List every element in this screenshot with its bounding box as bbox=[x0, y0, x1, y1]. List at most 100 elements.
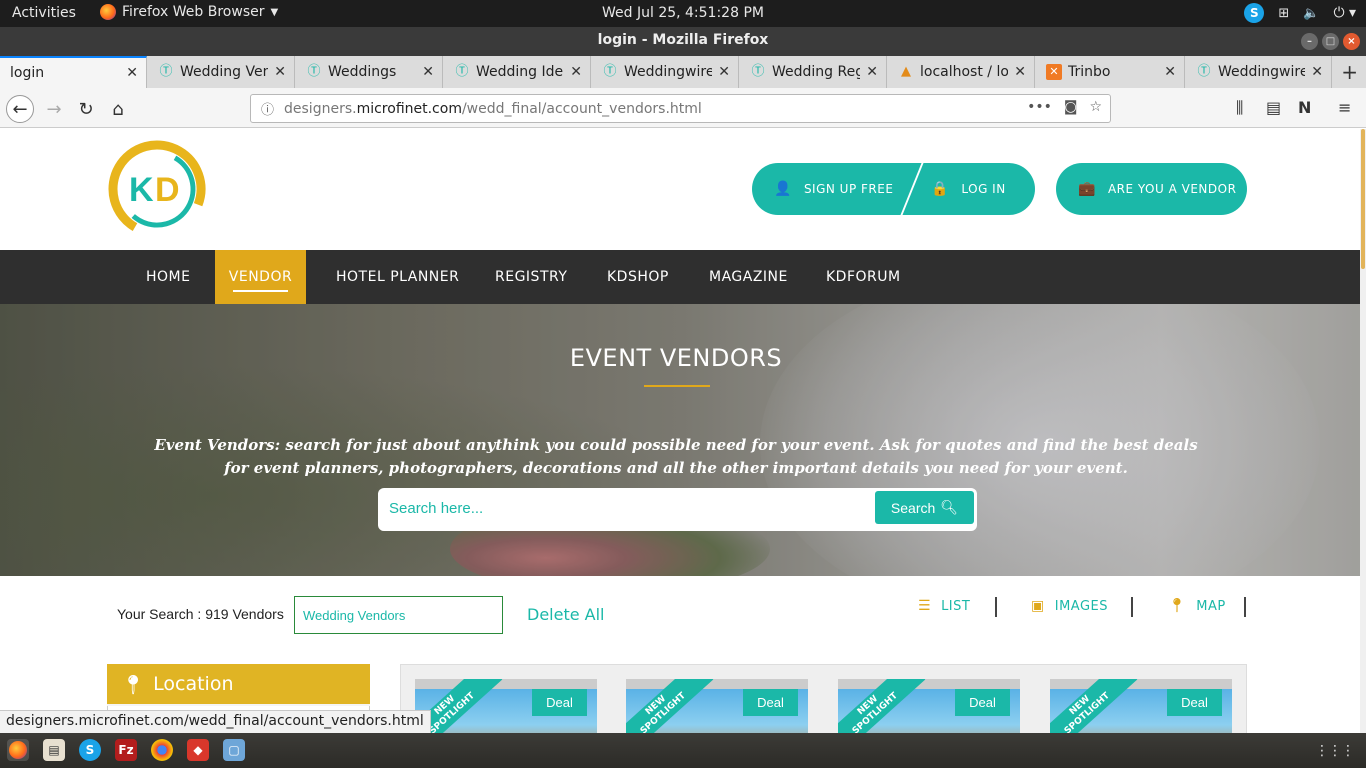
deal-badge: Deal bbox=[532, 689, 587, 716]
login-button[interactable]: 🔒 LOG IN bbox=[931, 163, 1005, 215]
extension-icon[interactable]: N bbox=[1298, 98, 1311, 117]
info-icon[interactable]: ⓘ bbox=[261, 99, 274, 118]
tab-localhost[interactable]: ▲ localhost / localhost ✕ bbox=[888, 56, 1035, 88]
location-filter-header[interactable]: 📍︎ Location bbox=[107, 664, 370, 706]
site-icon: Ⓣ bbox=[307, 64, 321, 79]
tab-wedding-ideas[interactable]: Ⓣ Wedding Ideas ✕ bbox=[444, 56, 591, 88]
vendor-label: ARE YOU A VENDOR bbox=[1107, 182, 1237, 196]
forward-icon[interactable]: → bbox=[40, 95, 68, 123]
home-icon[interactable]: ⌂ bbox=[104, 95, 132, 123]
view-map-button[interactable]: 📍︎ MAP bbox=[1168, 598, 1226, 614]
new-tab-icon[interactable]: + bbox=[1341, 60, 1358, 84]
deal-badge: Deal bbox=[1167, 689, 1222, 716]
tab-wedding-registry[interactable]: Ⓣ Wedding Registry ✕ bbox=[740, 56, 887, 88]
pocket-icon[interactable]: ◙ bbox=[1064, 99, 1078, 115]
tab-wedding-vendors[interactable]: Ⓣ Wedding Vendors ✕ bbox=[148, 56, 295, 88]
menu-icon[interactable]: ≡ bbox=[1338, 98, 1351, 117]
page-scrollbar[interactable] bbox=[1360, 129, 1366, 733]
pill-divider bbox=[900, 163, 924, 215]
library-icon[interactable]: ⫼ bbox=[1236, 98, 1243, 118]
auth-pill: 👤 SIGN UP FREE 🔒 LOG IN bbox=[752, 163, 1035, 215]
map-pin-icon: 📍︎ bbox=[1168, 598, 1187, 614]
maximize-icon[interactable]: □ bbox=[1322, 33, 1339, 50]
back-icon[interactable]: ← bbox=[6, 95, 34, 123]
web-page: K D 👤 SIGN UP FREE 🔒 LOG IN 💼 ARE YOU A … bbox=[0, 129, 1366, 733]
deal-badge: Deal bbox=[743, 689, 798, 716]
firefox-icon[interactable] bbox=[7, 739, 29, 761]
site-icon: Ⓣ bbox=[159, 64, 173, 79]
close-tab-icon[interactable]: ✕ bbox=[126, 65, 138, 81]
tab-trinbo[interactable]: ✕ Trinbo ✕ bbox=[1036, 56, 1185, 88]
taskbar: ▤ S Fz ◆ ▢ ⋮⋮⋮ bbox=[0, 733, 1366, 768]
close-tab-icon[interactable]: ✕ bbox=[274, 64, 286, 80]
status-bar-url: designers.microfinet.com/wedd_final/acco… bbox=[0, 710, 431, 733]
url-text: designers.microfinet.com/wedd_final/acco… bbox=[284, 100, 702, 117]
close-tab-icon[interactable]: ✕ bbox=[718, 64, 730, 80]
chrome-icon[interactable] bbox=[151, 739, 173, 761]
view-images-button[interactable]: ▣ IMAGES bbox=[1031, 598, 1108, 614]
vendor-card[interactable]: NEW SPOTLIGHT Deal bbox=[1050, 679, 1232, 733]
app-menu[interactable]: Firefox Web Browser ▼ bbox=[100, 4, 278, 20]
tab-login[interactable]: login ✕ bbox=[0, 56, 147, 88]
close-tab-icon[interactable]: ✕ bbox=[422, 64, 434, 80]
system-top-bar: Activities Firefox Web Browser ▼ Wed Jul… bbox=[0, 0, 1366, 27]
close-tab-icon[interactable]: ✕ bbox=[1164, 64, 1176, 80]
url-bar[interactable]: ⓘ designers.microfinet.com/wedd_final/ac… bbox=[250, 94, 1111, 123]
window-titlebar: login - Mozilla Firefox – □ × bbox=[0, 27, 1366, 56]
nav-hotel-planner[interactable]: HOTEL PLANNER bbox=[336, 250, 459, 304]
filezilla-icon[interactable]: Fz bbox=[115, 739, 137, 761]
site-icon: Ⓣ bbox=[603, 64, 617, 79]
close-tab-icon[interactable]: ✕ bbox=[570, 64, 582, 80]
tab-weddings[interactable]: Ⓣ Weddings ✕ bbox=[296, 56, 443, 88]
search-count: Your Search : 919 Vendors bbox=[117, 606, 284, 622]
signup-label: SIGN UP FREE bbox=[803, 182, 894, 196]
login-label: LOG IN bbox=[961, 182, 1006, 196]
close-window-icon[interactable]: × bbox=[1343, 33, 1360, 50]
vendor-button[interactable]: 💼 ARE YOU A VENDOR bbox=[1056, 163, 1247, 215]
nav-vendor[interactable]: VENDOR bbox=[215, 250, 306, 304]
nav-kdforum[interactable]: KDFORUM bbox=[826, 250, 901, 304]
vendor-card[interactable]: NEW SPOTLIGHT Deal bbox=[838, 679, 1020, 733]
skype-icon[interactable]: S bbox=[1244, 3, 1265, 23]
site-logo[interactable]: K D bbox=[107, 139, 207, 239]
vendor-card[interactable]: NEW SPOTLIGHT Deal bbox=[626, 679, 808, 733]
virtualbox-icon[interactable]: ▢ bbox=[223, 739, 245, 761]
list-icon: ☰ bbox=[918, 598, 932, 614]
view-images-label: IMAGES bbox=[1054, 598, 1108, 614]
anydesk-icon[interactable]: ◆ bbox=[187, 739, 209, 761]
map-pin-icon: 📍︎ bbox=[121, 673, 146, 696]
search-input[interactable]: Search here... bbox=[389, 500, 483, 517]
nav-registry[interactable]: REGISTRY bbox=[495, 250, 567, 304]
minimize-icon[interactable]: – bbox=[1301, 33, 1318, 50]
power-icon[interactable]: ⏻ ▾ bbox=[1333, 5, 1356, 21]
filter-tag-input[interactable]: Wedding Vendors bbox=[294, 596, 503, 634]
view-list-button[interactable]: ☰ LIST bbox=[918, 598, 970, 614]
bookmark-star-icon[interactable]: ☆ bbox=[1089, 99, 1102, 115]
nav-kdshop[interactable]: KDSHOP bbox=[607, 250, 669, 304]
window-controls: – □ × bbox=[1301, 33, 1360, 50]
nav-home[interactable]: HOME bbox=[146, 250, 190, 304]
close-tab-icon[interactable]: ✕ bbox=[1014, 64, 1026, 80]
delete-all-link[interactable]: Delete All bbox=[527, 605, 605, 624]
nav-magazine[interactable]: MAGAZINE bbox=[709, 250, 788, 304]
files-icon[interactable]: ▤ bbox=[43, 739, 65, 761]
deal-badge: Deal bbox=[955, 689, 1010, 716]
tab-weddingwire-2[interactable]: Ⓣ Weddingwire ✕ bbox=[1186, 56, 1332, 88]
phpmyadmin-icon: ▲ bbox=[901, 64, 911, 79]
close-tab-icon[interactable]: ✕ bbox=[1311, 64, 1323, 80]
reload-icon[interactable]: ↻ bbox=[72, 95, 100, 123]
show-apps-icon[interactable]: ⋮⋮⋮ bbox=[1315, 743, 1355, 759]
search-button[interactable]: Search 🔍︎ bbox=[875, 491, 974, 524]
signup-button[interactable]: 👤 SIGN UP FREE bbox=[752, 163, 893, 215]
tab-weddingwire[interactable]: Ⓣ Weddingwire ✕ bbox=[592, 56, 739, 88]
search-icon: 🔍︎ bbox=[940, 499, 959, 515]
volume-icon[interactable]: 🔈 bbox=[1303, 6, 1319, 21]
activities-button[interactable]: Activities bbox=[12, 5, 76, 21]
close-tab-icon[interactable]: ✕ bbox=[866, 64, 878, 80]
page-actions-icon[interactable]: ••• bbox=[1027, 99, 1052, 115]
sidebar-icon[interactable]: ▤ bbox=[1266, 98, 1281, 117]
network-icon[interactable]: ⊞ bbox=[1278, 6, 1289, 21]
skype-icon[interactable]: S bbox=[79, 739, 101, 761]
vendor-card[interactable]: NEW SPOTLIGHT Deal bbox=[415, 679, 597, 733]
scrollbar-thumb[interactable] bbox=[1361, 129, 1365, 269]
